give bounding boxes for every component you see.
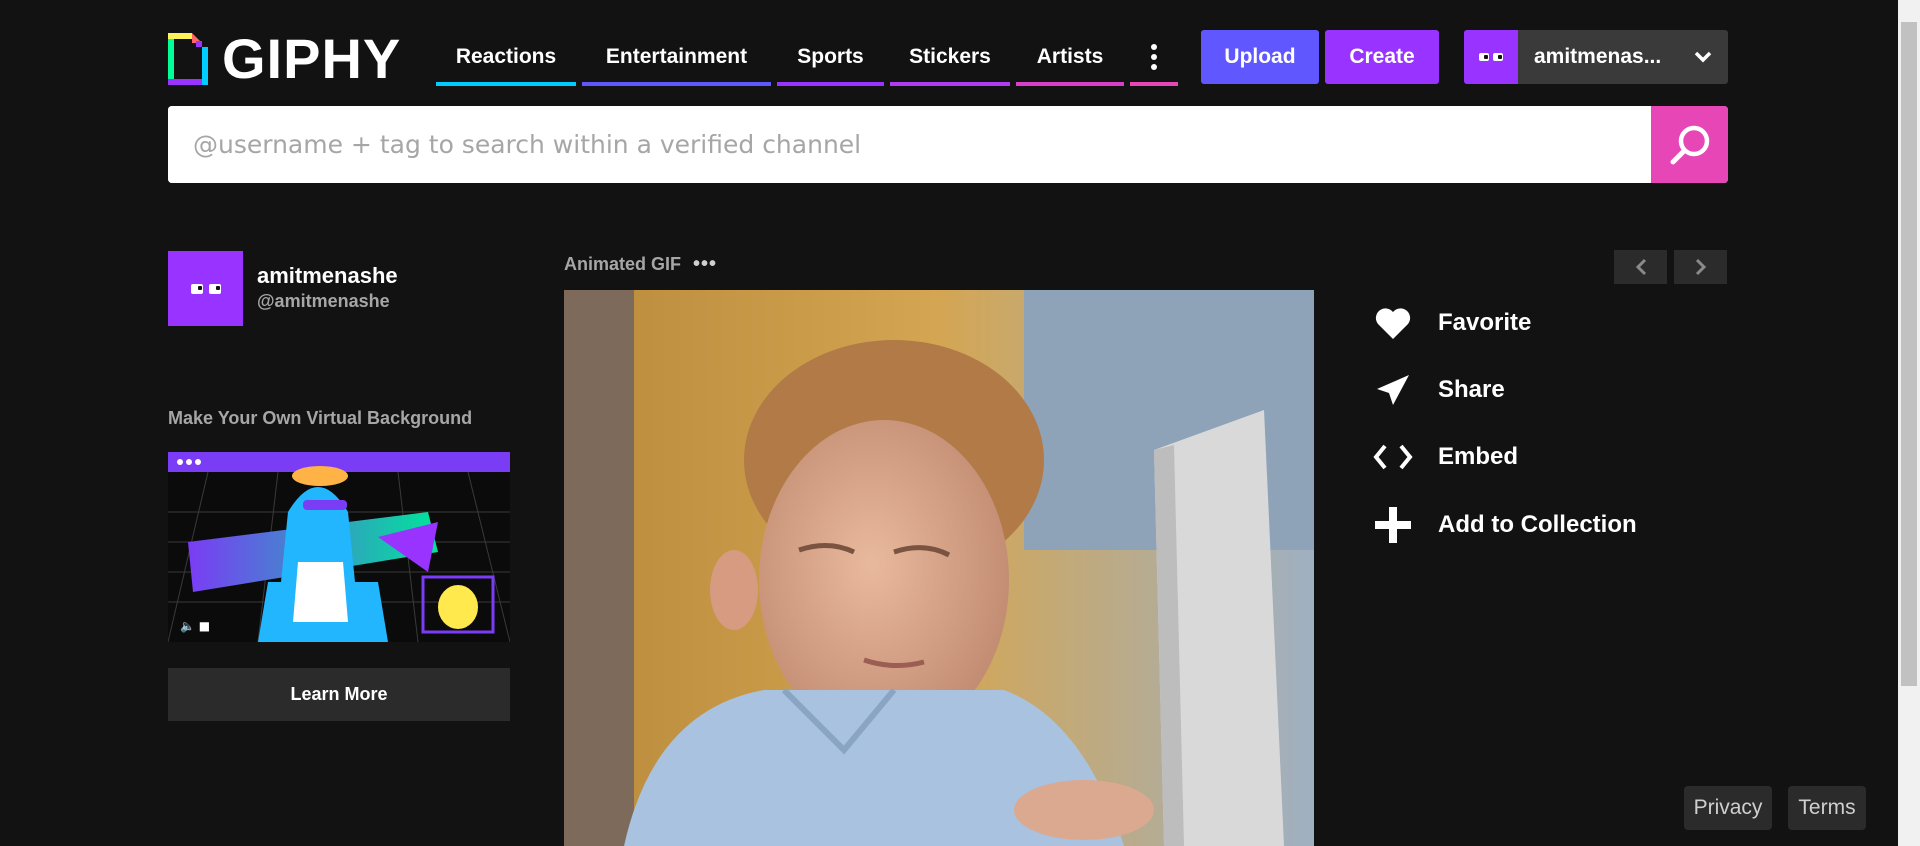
user-avatar (1464, 30, 1518, 84)
chevron-right-icon (1695, 258, 1706, 276)
next-gif-button[interactable] (1674, 250, 1727, 284)
previous-gif-button[interactable] (1614, 250, 1667, 284)
gif-type-text: Animated GIF (564, 254, 682, 274)
eyes-icon (1479, 53, 1503, 61)
animated-gif[interactable] (564, 290, 1314, 846)
nav-underline (890, 82, 1010, 86)
nav-reactions-label: Reactions (455, 45, 557, 68)
nav-artists-label: Artists (1036, 45, 1104, 68)
favorite-label: Favorite (1438, 309, 1532, 336)
chevron-down-icon (1694, 51, 1712, 63)
eyes-icon (190, 283, 221, 294)
nav-reactions[interactable]: Reactions (436, 28, 576, 86)
svg-text:🔈 ■: 🔈 ■ (180, 619, 210, 633)
channel-handle: @amitmenashe (257, 291, 390, 311)
gif-type-label: Animated GIF ••• (564, 253, 717, 276)
nav-stickers[interactable]: Stickers (890, 28, 1010, 86)
giphy-logo[interactable]: GIPHY (168, 27, 402, 90)
channel-avatar[interactable] (168, 251, 243, 326)
share-action[interactable]: Share (1373, 367, 1505, 413)
main-nav: Reactions Entertainment Sports Stickers … (436, 28, 1184, 86)
nav-underline (1130, 82, 1178, 86)
create-button[interactable]: Create (1325, 30, 1439, 84)
privacy-link[interactable]: Privacy (1684, 786, 1772, 830)
user-name: amitmenas... (1534, 45, 1662, 68)
terms-link[interactable]: Terms (1788, 786, 1866, 830)
channel-name[interactable]: amitmenashe (257, 263, 398, 289)
nav-stickers-label: Stickers (909, 45, 991, 68)
nav-entertainment-label: Entertainment (605, 45, 748, 68)
gif-more-button[interactable]: ••• (693, 253, 717, 276)
search-button[interactable] (1651, 106, 1728, 183)
nav-sports-label: Sports (797, 45, 864, 68)
nav-underline (777, 82, 884, 86)
plus-icon (1373, 505, 1413, 545)
add-to-collection-action[interactable]: Add to Collection (1373, 502, 1637, 548)
nav-underline (436, 82, 576, 86)
nav-more-button[interactable] (1130, 28, 1178, 86)
scrollbar-thumb[interactable] (1901, 22, 1917, 686)
more-vertical-icon (1151, 44, 1157, 70)
add-to-collection-label: Add to Collection (1438, 511, 1637, 538)
heart-icon (1373, 303, 1413, 343)
promo-title: Make Your Own Virtual Background (168, 408, 473, 428)
nav-artists[interactable]: Artists (1016, 28, 1124, 86)
chevron-left-icon (1635, 258, 1646, 276)
code-brackets-icon (1373, 437, 1413, 477)
giphy-logo-icon (168, 33, 208, 85)
share-label: Share (1438, 376, 1505, 403)
learn-more-button[interactable]: Learn More (168, 668, 510, 721)
nav-sports[interactable]: Sports (777, 28, 884, 86)
user-menu[interactable]: amitmenas... (1464, 30, 1728, 84)
embed-action[interactable]: Embed (1373, 434, 1518, 480)
logo-wordmark: GIPHY (222, 27, 402, 90)
search-icon (1670, 125, 1709, 164)
search-bar (168, 106, 1728, 183)
paper-plane-icon (1373, 370, 1413, 410)
upload-button[interactable]: Upload (1201, 30, 1319, 84)
virtual-background-promo-image[interactable]: 🔈 ■ (168, 452, 510, 642)
nav-underline (582, 82, 771, 86)
embed-label: Embed (1438, 443, 1519, 470)
vertical-scrollbar[interactable] (1898, 0, 1920, 846)
search-input[interactable] (168, 106, 1651, 183)
favorite-action[interactable]: Favorite (1373, 300, 1531, 346)
nav-entertainment[interactable]: Entertainment (582, 28, 771, 86)
nav-underline (1016, 82, 1124, 86)
